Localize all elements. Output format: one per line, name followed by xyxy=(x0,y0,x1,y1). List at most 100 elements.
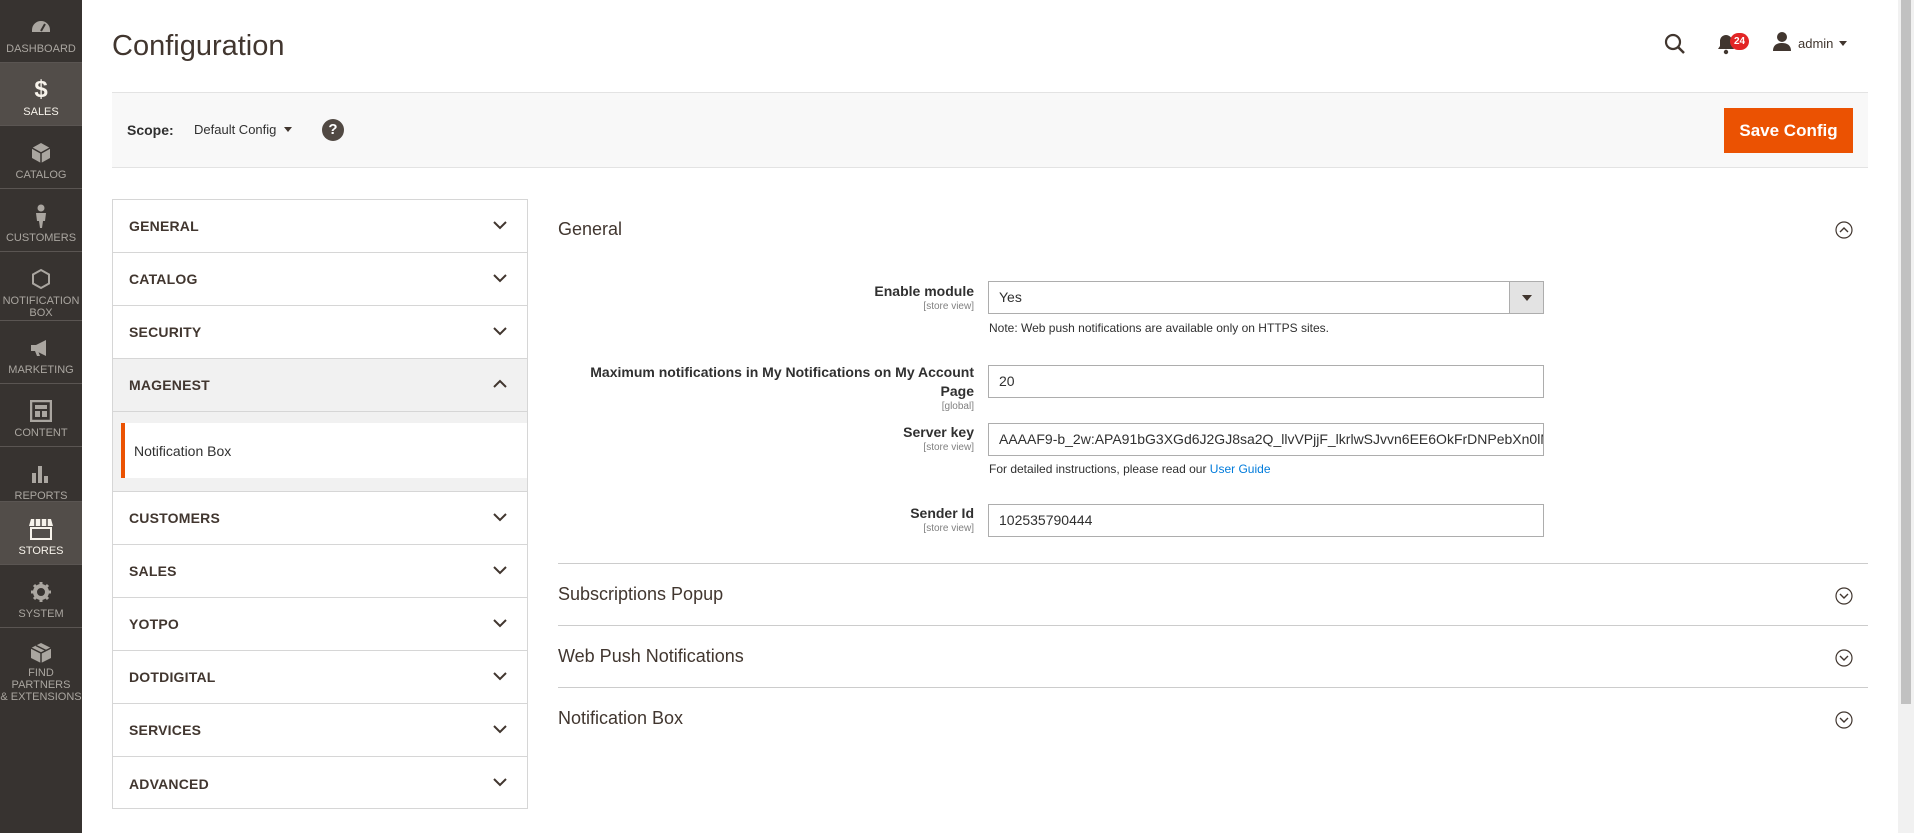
user-guide-link[interactable]: User Guide xyxy=(1210,462,1271,476)
chevron-down-icon xyxy=(493,725,507,734)
nav-item-find-partners[interactable]: FIND PARTNERS & EXTENSIONS xyxy=(0,628,82,703)
server-key-input[interactable]: AAAAF9-b_2w:APA91bG3XGd6J2GJ8sa2Q_llvVPj… xyxy=(988,423,1544,456)
nav-label-line2: BOX xyxy=(29,307,53,319)
page-title: Configuration xyxy=(112,30,285,62)
nav-item-sales[interactable]: $ SALES xyxy=(0,63,82,125)
layout-icon xyxy=(28,398,54,424)
search-icon[interactable] xyxy=(1664,33,1686,55)
section-notification-box-title[interactable]: Notification Box xyxy=(558,708,683,729)
nav-item-system[interactable]: SYSTEM xyxy=(0,565,82,627)
chevron-down-icon xyxy=(493,778,507,787)
tab-yotpo[interactable]: YOTPO xyxy=(113,598,527,651)
chevron-down-icon xyxy=(1509,282,1543,313)
nav-label: SALES xyxy=(23,106,59,118)
tab-customers[interactable]: CUSTOMERS xyxy=(113,492,527,545)
notification-count-badge[interactable]: 24 xyxy=(1730,33,1750,50)
expand-icon[interactable] xyxy=(1835,711,1853,729)
scope-bar: Scope: Default Config ? Save Config xyxy=(112,92,1868,168)
max-notifications-input[interactable]: 20 xyxy=(988,365,1544,398)
hexagon-icon xyxy=(28,266,54,292)
nav-item-dashboard[interactable]: DASHBOARD xyxy=(0,0,82,62)
collapse-icon[interactable] xyxy=(1835,221,1853,239)
max-notifications-value: 20 xyxy=(999,373,1015,389)
chevron-down-icon xyxy=(493,221,507,230)
dashboard-icon xyxy=(28,14,54,40)
section-divider xyxy=(558,687,1868,688)
sender-id-input[interactable]: 102535790444 xyxy=(988,504,1544,537)
nav-label: MARKETING xyxy=(8,364,74,376)
max-notifications-label-line2: Page xyxy=(940,383,974,399)
section-web-push-title[interactable]: Web Push Notifications xyxy=(558,646,744,667)
nav-item-customers[interactable]: CUSTOMERS xyxy=(0,189,82,251)
admin-nav: DASHBOARD $ SALES CATALOG CUSTOMERS NOTI… xyxy=(0,0,82,833)
server-key-scope: [store view] xyxy=(923,442,974,453)
tab-label: CUSTOMERS xyxy=(129,510,220,526)
save-config-button[interactable]: Save Config xyxy=(1724,108,1853,153)
tab-advanced[interactable]: ADVANCED xyxy=(113,757,527,810)
nav-item-marketing[interactable]: MARKETING xyxy=(0,321,82,383)
scope-switcher[interactable]: Default Config xyxy=(194,122,293,137)
nav-item-content[interactable]: CONTENT xyxy=(0,384,82,446)
chevron-up-icon xyxy=(493,379,507,388)
nav-label: DASHBOARD xyxy=(6,43,76,55)
expand-icon[interactable] xyxy=(1835,649,1853,667)
tab-services[interactable]: SERVICES xyxy=(113,704,527,757)
tab-security[interactable]: SECURITY xyxy=(113,306,527,359)
admin-user-menu[interactable]: admin xyxy=(1772,31,1848,54)
tab-dotdigital[interactable]: DOTDIGITAL xyxy=(113,651,527,704)
tab-label: YOTPO xyxy=(129,616,180,632)
max-notifications-scope: [global] xyxy=(941,401,974,412)
tab-magenest[interactable]: MAGENEST xyxy=(113,359,527,412)
chevron-down-icon xyxy=(493,327,507,336)
server-key-note-text: For detailed instructions, please read o… xyxy=(989,462,1207,476)
enable-module-select[interactable]: Yes xyxy=(988,281,1544,314)
nav-label: CUSTOMERS xyxy=(5,232,77,244)
tab-label: SECURITY xyxy=(129,324,202,340)
subtab-label: Notification Box xyxy=(134,442,232,459)
nav-item-catalog[interactable]: CATALOG xyxy=(0,126,82,188)
expand-icon[interactable] xyxy=(1835,587,1853,605)
magenest-subtabs: Notification Box xyxy=(113,412,527,492)
subtab-notification-box[interactable]: Notification Box xyxy=(121,423,527,478)
scope-value: Default Config xyxy=(194,122,277,137)
sender-id-label: Sender Id xyxy=(910,505,974,521)
nav-label: NOTIFICATION xyxy=(2,295,80,307)
chevron-down-icon xyxy=(493,566,507,575)
section-general-title[interactable]: General xyxy=(558,219,622,240)
scrollbar-thumb[interactable] xyxy=(1901,0,1911,704)
enable-module-scope: [store view] xyxy=(923,301,974,312)
enable-module-label: Enable module xyxy=(874,283,974,299)
cubes-icon xyxy=(28,642,54,664)
help-icon[interactable]: ? xyxy=(322,119,344,141)
tab-label: DOTDIGITAL xyxy=(129,669,216,685)
max-notifications-label-line1: Maximum notifications in My Notification… xyxy=(590,364,974,380)
sender-id-scope: [store view] xyxy=(923,523,974,534)
section-divider xyxy=(558,563,1868,564)
dollar-icon: $ xyxy=(34,76,48,103)
nav-label-line2: & EXTENSIONS xyxy=(0,691,82,703)
chevron-down-icon xyxy=(493,619,507,628)
tab-label: SERVICES xyxy=(129,722,202,738)
chevron-down-icon xyxy=(1839,40,1848,46)
enable-module-note: Note: Web push notifications are availab… xyxy=(989,321,1329,335)
nav-item-reports[interactable]: REPORTS xyxy=(0,447,82,509)
box-icon xyxy=(28,140,54,166)
enable-module-value: Yes xyxy=(999,289,1022,305)
tab-general[interactable]: GENERAL xyxy=(113,200,527,253)
chevron-down-icon xyxy=(493,672,507,681)
section-divider xyxy=(558,625,1868,626)
tab-catalog[interactable]: CATALOG xyxy=(113,253,527,306)
nav-item-stores[interactable]: STORES xyxy=(0,502,82,564)
chevron-down-icon xyxy=(284,127,293,132)
tab-label: CATALOG xyxy=(129,271,198,287)
nav-label: CATALOG xyxy=(15,169,67,181)
server-key-note: For detailed instructions, please read o… xyxy=(989,462,1271,476)
server-key-label: Server key xyxy=(903,424,974,440)
section-subscriptions-popup-title[interactable]: Subscriptions Popup xyxy=(558,584,723,605)
nav-item-notification-box[interactable]: NOTIFICATION BOX xyxy=(0,252,82,320)
person-icon xyxy=(28,203,54,229)
tab-label: MAGENEST xyxy=(129,377,210,393)
tab-sales[interactable]: SALES xyxy=(113,545,527,598)
tab-label: ADVANCED xyxy=(129,775,209,792)
gear-icon xyxy=(28,579,54,605)
